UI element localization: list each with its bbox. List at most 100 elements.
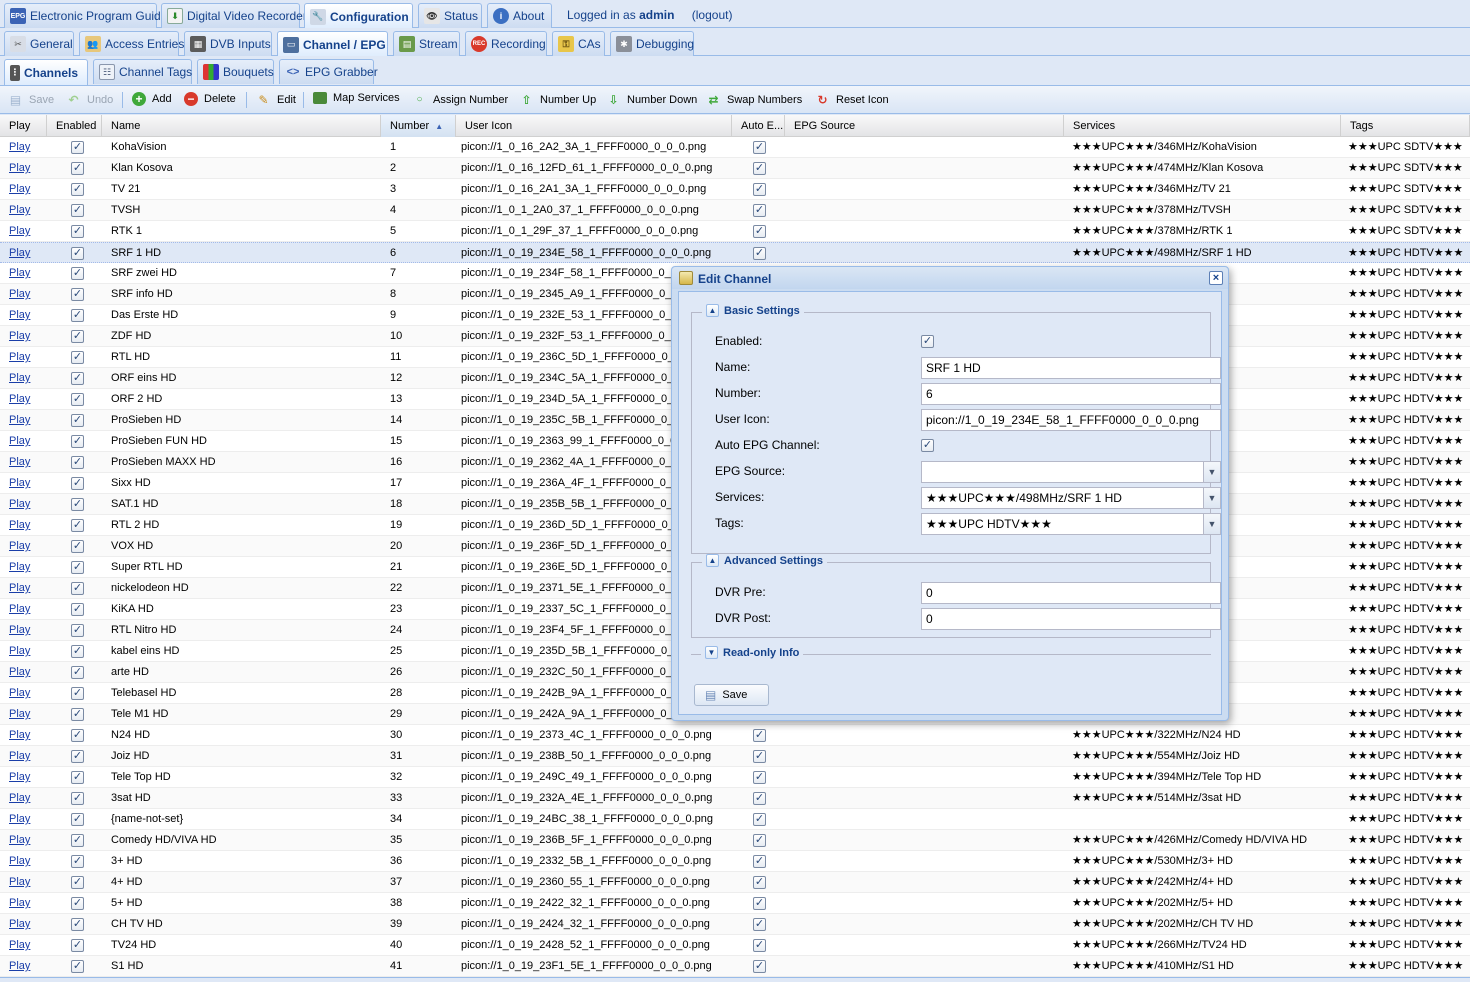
play-link[interactable]: Play bbox=[0, 662, 47, 682]
reset-icon-button[interactable]: ↻ Reset Icon bbox=[815, 92, 888, 107]
auto-epg-checkbox[interactable]: ✓ bbox=[753, 960, 766, 973]
play-link[interactable]: Play bbox=[0, 893, 47, 913]
edit-button[interactable]: ✎ Edit bbox=[256, 92, 296, 107]
auto-epg-checkbox[interactable]: ✓ bbox=[753, 225, 766, 238]
tab-channels[interactable]: ⋮ Channels bbox=[4, 59, 88, 85]
dialog-save-button[interactable]: ▤ Save bbox=[694, 684, 769, 706]
column-header-auto-epg[interactable]: Auto E... bbox=[732, 115, 785, 137]
assign-number-button[interactable]: ○ Assign Number bbox=[412, 92, 508, 107]
tab-channel-tags[interactable]: ☷ Channel Tags bbox=[93, 59, 192, 84]
table-row[interactable]: Play ✓ KohaVision 1 picon://1_0_16_2A2_3A_1_… bbox=[0, 137, 1470, 158]
delete-button[interactable]: − Delete bbox=[184, 92, 236, 106]
table-row[interactable]: Play ✓ RTK 1 5 picon://1_0_1_29F_37_1_FFFF00… bbox=[0, 221, 1470, 242]
tags-combo[interactable]: ★★★UPC HDTV★★★ ▼ bbox=[921, 513, 1221, 535]
play-link[interactable]: Play bbox=[0, 725, 47, 745]
column-header-name[interactable]: Name bbox=[102, 115, 381, 137]
play-link[interactable]: Play bbox=[0, 641, 47, 661]
play-link[interactable]: Play bbox=[0, 809, 47, 829]
play-link[interactable]: Play bbox=[0, 557, 47, 577]
auto-epg-checkbox[interactable]: ✓ bbox=[921, 439, 934, 452]
play-link[interactable]: Play bbox=[0, 243, 47, 263]
add-button[interactable]: + Add bbox=[132, 92, 172, 106]
enabled-checkbox[interactable]: ✓ bbox=[71, 708, 84, 721]
auto-epg-checkbox[interactable]: ✓ bbox=[753, 771, 766, 784]
number-down-button[interactable]: ⇩ Number Down bbox=[606, 92, 697, 107]
number-field[interactable]: 6 bbox=[921, 383, 1221, 405]
tab-general[interactable]: ✂ General bbox=[4, 31, 74, 56]
play-link[interactable]: Play bbox=[0, 473, 47, 493]
column-header-play[interactable]: Play bbox=[0, 115, 47, 137]
play-link[interactable]: Play bbox=[0, 200, 47, 220]
auto-epg-checkbox[interactable]: ✓ bbox=[753, 897, 766, 910]
table-row[interactable]: Play ✓ 3sat HD 33 picon://1_0_19_232A_4E_1_F… bbox=[0, 788, 1470, 809]
tab-cas[interactable]: ⚿ CAs bbox=[552, 31, 605, 56]
enabled-checkbox[interactable]: ✓ bbox=[71, 561, 84, 574]
enabled-checkbox[interactable]: ✓ bbox=[71, 393, 84, 406]
enabled-checkbox[interactable]: ✓ bbox=[71, 477, 84, 490]
table-row[interactable]: Play ✓ 3+ HD 36 picon://1_0_19_2332_5B_1_FFF… bbox=[0, 851, 1470, 872]
enabled-checkbox[interactable]: ✓ bbox=[71, 162, 84, 175]
play-link[interactable]: Play bbox=[0, 872, 47, 892]
chevron-down-icon[interactable]: ▼ bbox=[1203, 462, 1220, 482]
enabled-checkbox[interactable]: ✓ bbox=[71, 771, 84, 784]
enabled-checkbox[interactable]: ✓ bbox=[71, 624, 84, 637]
play-link[interactable]: Play bbox=[0, 410, 47, 430]
enabled-checkbox[interactable]: ✓ bbox=[71, 204, 84, 217]
tab-dvb-inputs[interactable]: ▦ DVB Inputs bbox=[184, 31, 272, 56]
enabled-checkbox[interactable]: ✓ bbox=[71, 855, 84, 868]
auto-epg-checkbox[interactable]: ✓ bbox=[753, 750, 766, 763]
tab-configuration[interactable]: 🔧 Configuration bbox=[304, 3, 413, 29]
auto-epg-checkbox[interactable]: ✓ bbox=[753, 855, 766, 868]
table-row[interactable]: Play ✓ 4+ HD 37 picon://1_0_19_2360_55_1_FFF… bbox=[0, 872, 1470, 893]
play-link[interactable]: Play bbox=[0, 935, 47, 955]
play-link[interactable]: Play bbox=[0, 368, 47, 388]
tab-electronic-program-guide[interactable]: EPG Electronic Program Guide bbox=[4, 3, 167, 28]
enabled-checkbox[interactable]: ✓ bbox=[71, 876, 84, 889]
play-link[interactable]: Play bbox=[0, 158, 47, 178]
play-link[interactable]: Play bbox=[0, 914, 47, 934]
enabled-checkbox[interactable]: ✓ bbox=[71, 288, 84, 301]
table-row[interactable]: Play ✓ Joiz HD 31 picon://1_0_19_238B_50_1_F… bbox=[0, 746, 1470, 767]
chevron-down-icon[interactable]: ▼ bbox=[1203, 514, 1220, 534]
name-field[interactable]: SRF 1 HD bbox=[921, 357, 1221, 379]
basic-settings-legend[interactable]: ▲ Basic Settings bbox=[702, 304, 804, 317]
table-row[interactable]: Play ✓ 5+ HD 38 picon://1_0_19_2422_32_1_FFF… bbox=[0, 893, 1470, 914]
play-link[interactable]: Play bbox=[0, 137, 47, 157]
enabled-checkbox[interactable]: ✓ bbox=[71, 645, 84, 658]
auto-epg-checkbox[interactable]: ✓ bbox=[753, 204, 766, 217]
enabled-checkbox[interactable]: ✓ bbox=[71, 247, 84, 260]
enabled-checkbox[interactable]: ✓ bbox=[71, 834, 84, 847]
table-row[interactable]: Play ✓ {name-not-set} 34 picon://1_0_19_24BC… bbox=[0, 809, 1470, 830]
play-link[interactable]: Play bbox=[0, 305, 47, 325]
table-row[interactable]: Play ✓ N24 HD 30 picon://1_0_19_2373_4C_1_FF… bbox=[0, 725, 1470, 746]
table-row[interactable]: Play ✓ SRF 1 HD 6 picon://1_0_19_234E_58_1_F… bbox=[0, 242, 1470, 263]
tab-status[interactable]: 👁 Status bbox=[418, 3, 482, 28]
play-link[interactable]: Play bbox=[0, 326, 47, 346]
auto-epg-checkbox[interactable]: ✓ bbox=[753, 834, 766, 847]
tab-debugging[interactable]: ✱ Debugging bbox=[610, 31, 694, 56]
play-link[interactable]: Play bbox=[0, 179, 47, 199]
table-row[interactable]: Play ✓ Tele Top HD 32 picon://1_0_19_249C_49… bbox=[0, 767, 1470, 788]
play-link[interactable]: Play bbox=[0, 704, 47, 724]
enabled-checkbox[interactable]: ✓ bbox=[71, 141, 84, 154]
map-services-button[interactable]: Map Services bbox=[313, 92, 400, 104]
auto-epg-checkbox[interactable]: ✓ bbox=[753, 939, 766, 952]
chevron-down-icon[interactable]: ▼ bbox=[1203, 488, 1220, 508]
dvr-pre-field[interactable]: 0 bbox=[921, 582, 1221, 604]
auto-epg-checkbox[interactable]: ✓ bbox=[753, 792, 766, 805]
enabled-checkbox[interactable]: ✓ bbox=[71, 540, 84, 553]
auto-epg-checkbox[interactable]: ✓ bbox=[753, 247, 766, 260]
auto-epg-checkbox[interactable]: ✓ bbox=[753, 813, 766, 826]
tab-access-entries[interactable]: 👥 Access Entries bbox=[79, 31, 184, 56]
play-link[interactable]: Play bbox=[0, 389, 47, 409]
tab-digital-video-recorder[interactable]: ⬇ Digital Video Recorder bbox=[161, 3, 307, 28]
play-link[interactable]: Play bbox=[0, 452, 47, 472]
auto-epg-checkbox[interactable]: ✓ bbox=[753, 918, 766, 931]
play-link[interactable]: Play bbox=[0, 620, 47, 640]
play-link[interactable]: Play bbox=[0, 788, 47, 808]
dvr-post-field[interactable]: 0 bbox=[921, 608, 1221, 630]
enabled-checkbox[interactable]: ✓ bbox=[71, 603, 84, 616]
play-link[interactable]: Play bbox=[0, 494, 47, 514]
table-row[interactable]: Play ✓ TV 21 3 picon://1_0_16_2A1_3A_1_FFFF0… bbox=[0, 179, 1470, 200]
enabled-checkbox[interactable]: ✓ bbox=[71, 918, 84, 931]
